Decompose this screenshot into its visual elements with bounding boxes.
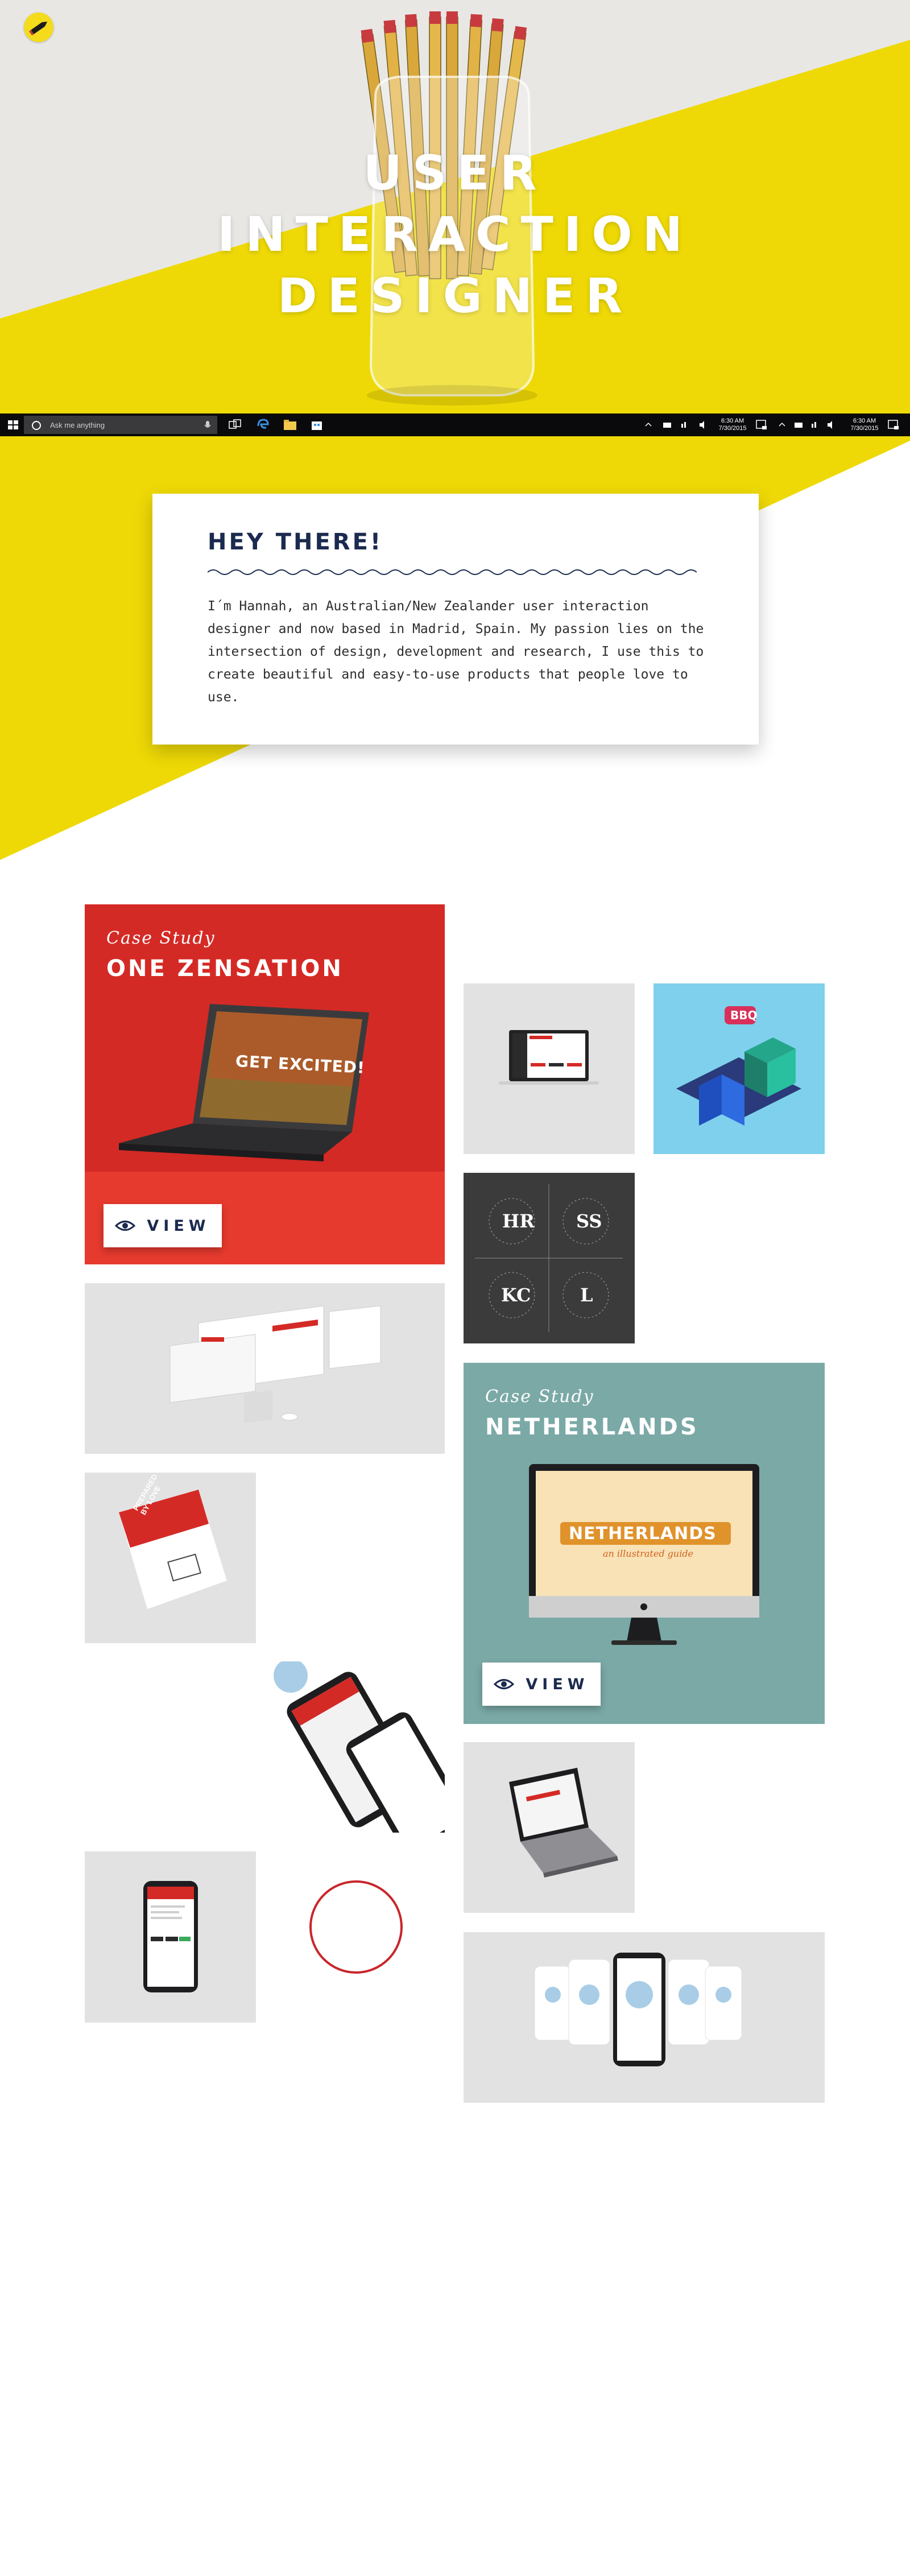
system-tray-icons[interactable] [776, 418, 850, 432]
logo-grid-image [475, 1184, 623, 1332]
case-study-title: ONE ZENSATION [106, 956, 344, 982]
bbq-sign-text: BBQ [730, 1008, 758, 1022]
eye-icon [494, 1679, 515, 1689]
clock-time: 6:30 AM [853, 417, 876, 424]
case-study-netherlands[interactable]: NETHERLANDS an illustrated guide Case St… [464, 1363, 825, 1724]
isometric-illustration-thumbnail[interactable]: BBQ [653, 983, 825, 1154]
monitor-screen-title: NETHERLANDS [569, 1524, 717, 1544]
desktop-screens-thumbnail[interactable] [85, 1283, 445, 1454]
desktop-screens-image [169, 1305, 381, 1423]
logo-monogram: HR [502, 1210, 535, 1232]
wave-divider [208, 569, 697, 575]
search-placeholder: Ask me anything [50, 421, 105, 429]
clock-time: 6:30 AM [721, 417, 744, 424]
task-view-icon[interactable] [228, 418, 242, 432]
intro-card: HEY THERE! I´m Hannah, an Australian/New… [152, 494, 759, 745]
view-button[interactable]: VIEW [104, 1204, 222, 1247]
notifications-icon[interactable] [887, 418, 900, 432]
logo-monogram: KC [501, 1284, 531, 1306]
clock[interactable]: 6:30 AM 7/30/2015 [847, 417, 882, 432]
hero-title-line: DESIGNER [277, 268, 633, 324]
taskbar: Ask me anything 6:30 AM 7/30/2015 6:30 A… [0, 414, 910, 436]
cortana-icon [32, 421, 41, 430]
logo-monogram: L [580, 1284, 593, 1306]
mobile-app-photo-thumbnail[interactable] [274, 1661, 445, 1833]
case-study-title: NETHERLANDS [485, 1414, 699, 1440]
laptop-thumbnail[interactable] [464, 1742, 635, 1913]
laptop-app-image [509, 1768, 618, 1878]
pencil-icon [28, 22, 48, 36]
mobile-screen-thumbnail[interactable] [85, 1851, 256, 2023]
case-study-label: Case Study [106, 928, 216, 948]
windows-start-icon[interactable] [7, 418, 19, 432]
monitor-screen-subtitle: an illustrated guide [603, 1548, 694, 1559]
edge-icon[interactable] [256, 418, 270, 432]
mobile-screens-thumbnail[interactable] [464, 1932, 825, 2103]
mobile-app-phones-image [274, 1661, 445, 1833]
logo-collection-thumbnail[interactable]: HR SS KC L [464, 1173, 635, 1343]
mobile-screens-image [534, 1953, 742, 2066]
store-icon[interactable] [310, 418, 324, 432]
clock-date: 7/30/2015 [850, 425, 879, 432]
mobile-screen-image [143, 1881, 198, 1992]
hero-title-line: INTERACTION [217, 206, 693, 262]
clock[interactable]: 6:30 AM 7/30/2015 [715, 417, 750, 432]
hero-title: USER INTERACTION DESIGNER [0, 142, 910, 326]
clock-date: 7/30/2015 [718, 425, 747, 432]
view-button[interactable]: VIEW [482, 1663, 601, 1706]
eye-icon [115, 1221, 136, 1231]
file-explorer-icon[interactable] [283, 418, 297, 432]
logo-monogram: SS [576, 1210, 602, 1232]
view-button-label: VIEW [526, 1675, 589, 1693]
notifications-icon[interactable] [755, 418, 768, 432]
hero-section: USER INTERACTION DESIGNER [0, 0, 910, 414]
view-button-label: VIEW [147, 1217, 210, 1235]
intro-text: I´m Hannah, an Australian/New Zealander … [208, 599, 704, 705]
case-study-label: Case Study [485, 1387, 594, 1407]
case-study-one-zensation[interactable]: GET EXCITED! Case Study ONE ZENSATION VI… [85, 904, 445, 1264]
loading-circle [309, 1880, 403, 1974]
search-box[interactable]: Ask me anything [24, 416, 217, 434]
dashboard-laptop-image [499, 1030, 599, 1085]
flyer-image [119, 1490, 227, 1609]
dashboard-laptop-thumbnail[interactable] [464, 983, 635, 1154]
hero-title-line: USER [363, 145, 547, 201]
flyer-thumbnail[interactable]: PREPARED BY LOVE [85, 1473, 256, 1643]
intro-heading: HEY THERE! [208, 529, 383, 555]
microphone-icon[interactable] [204, 420, 212, 431]
logo[interactable] [24, 13, 53, 42]
